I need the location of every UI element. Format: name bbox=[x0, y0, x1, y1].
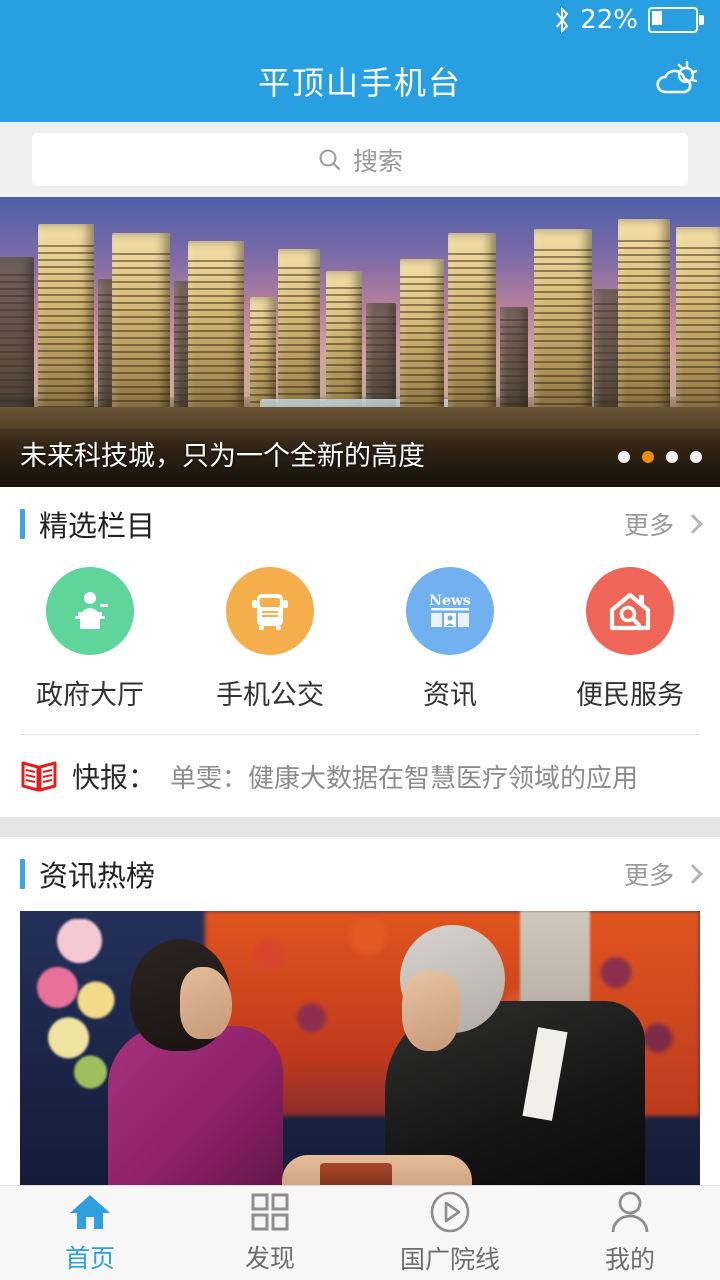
banner-carousel[interactable]: 未来科技城，只为一个全新的高度 bbox=[0, 197, 720, 487]
tab-discover[interactable]: 发现 bbox=[180, 1186, 360, 1280]
news-flash-text: 单雯：健康大数据在智慧医疗领域的应用 bbox=[170, 763, 639, 794]
banner-tower bbox=[534, 229, 592, 429]
news-badge-text: News bbox=[429, 593, 471, 609]
category-item-services[interactable]: 便民服务 bbox=[540, 567, 720, 712]
battery-percent-label: 22% bbox=[580, 5, 638, 35]
hotnews-more-label: 更多 bbox=[623, 861, 674, 890]
featured-section-title: 精选栏目 bbox=[39, 509, 156, 543]
app-header: 平顶山手机台 bbox=[0, 40, 720, 122]
featured-category-grid: 政府大厅 手机公交 News 资讯 便民服务 bbox=[0, 561, 720, 728]
carousel-dot[interactable] bbox=[690, 451, 702, 463]
page-title: 平顶山手机台 bbox=[257, 64, 462, 102]
play-circle-icon bbox=[430, 1191, 470, 1233]
government-podium-icon bbox=[46, 567, 134, 655]
bluetooth-icon bbox=[556, 7, 569, 33]
banner-tower bbox=[448, 233, 496, 429]
banner-tower bbox=[0, 257, 34, 429]
bus-icon bbox=[226, 567, 314, 655]
grid-icon bbox=[251, 1193, 289, 1231]
carousel-dots[interactable] bbox=[618, 451, 702, 463]
banner-tower bbox=[188, 241, 244, 429]
tab-cinema[interactable]: 国广院线 bbox=[360, 1186, 540, 1280]
carousel-dot-active[interactable] bbox=[642, 451, 654, 463]
category-label: 资讯 bbox=[423, 680, 477, 711]
featured-more-label: 更多 bbox=[623, 511, 674, 540]
banner-tower bbox=[400, 259, 444, 429]
hotnews-photo[interactable] bbox=[20, 911, 700, 1201]
banner-tower bbox=[112, 233, 170, 429]
bottom-tab-bar: 首页 发现 国广院线 我的 bbox=[0, 1185, 720, 1280]
tab-label: 首页 bbox=[64, 1244, 115, 1273]
section-separator bbox=[0, 817, 720, 837]
carousel-dot[interactable] bbox=[666, 451, 678, 463]
battery-icon bbox=[648, 7, 704, 33]
house-search-icon bbox=[586, 567, 674, 655]
news-flash-bar[interactable]: 快报： 单雯：健康大数据在智慧医疗领域的应用 bbox=[0, 735, 720, 817]
tab-home[interactable]: 首页 bbox=[0, 1186, 180, 1280]
search-icon bbox=[319, 149, 340, 170]
open-book-icon bbox=[21, 761, 57, 792]
featured-section-header: 精选栏目 更多 bbox=[0, 487, 720, 561]
banner-caption: 未来科技城，只为一个全新的高度 bbox=[20, 441, 425, 472]
hotnews-section-header: 资讯热榜 更多 bbox=[0, 837, 720, 911]
home-icon bbox=[70, 1195, 110, 1229]
category-item-government[interactable]: 政府大厅 bbox=[0, 567, 180, 712]
category-label: 政府大厅 bbox=[36, 680, 144, 711]
tab-label: 发现 bbox=[244, 1244, 295, 1273]
category-label: 手机公交 bbox=[216, 680, 324, 711]
carousel-dot[interactable] bbox=[618, 451, 630, 463]
search-bar-container: 搜索 bbox=[0, 122, 720, 197]
hotnews-section-title: 资讯热榜 bbox=[39, 859, 156, 893]
category-item-news[interactable]: News 资讯 bbox=[360, 567, 540, 712]
chevron-right-icon bbox=[683, 514, 703, 534]
photo-woman-body bbox=[108, 1026, 283, 1201]
featured-more-button[interactable]: 更多 bbox=[623, 506, 703, 542]
category-label: 便民服务 bbox=[576, 680, 684, 711]
tab-profile[interactable]: 我的 bbox=[540, 1186, 720, 1280]
app-root: 22% 平顶山手机台 搜索 未来科技城，只为一个全新的高度 精选栏目 更多 政府… bbox=[0, 0, 720, 1280]
weather-icon[interactable] bbox=[654, 59, 700, 103]
news-paper-icon: News bbox=[406, 567, 494, 655]
news-flash-label: 快报： bbox=[72, 761, 157, 794]
photo-woman-face bbox=[180, 967, 232, 1039]
hotnews-more-button[interactable]: 更多 bbox=[623, 856, 703, 892]
status-bar: 22% bbox=[0, 0, 720, 40]
banner-tower bbox=[38, 224, 94, 429]
photo-man-face bbox=[402, 971, 460, 1051]
section-accent-bar bbox=[20, 509, 25, 539]
person-icon bbox=[611, 1191, 649, 1233]
banner-tower bbox=[676, 227, 720, 429]
category-item-bus[interactable]: 手机公交 bbox=[180, 567, 360, 712]
search-input[interactable]: 搜索 bbox=[32, 133, 688, 186]
tab-label: 国广院线 bbox=[399, 1245, 500, 1274]
chevron-right-icon bbox=[683, 864, 703, 884]
banner-tower bbox=[618, 219, 670, 429]
tab-label: 我的 bbox=[604, 1245, 655, 1274]
search-placeholder: 搜索 bbox=[352, 146, 403, 176]
section-accent-bar bbox=[20, 859, 25, 889]
